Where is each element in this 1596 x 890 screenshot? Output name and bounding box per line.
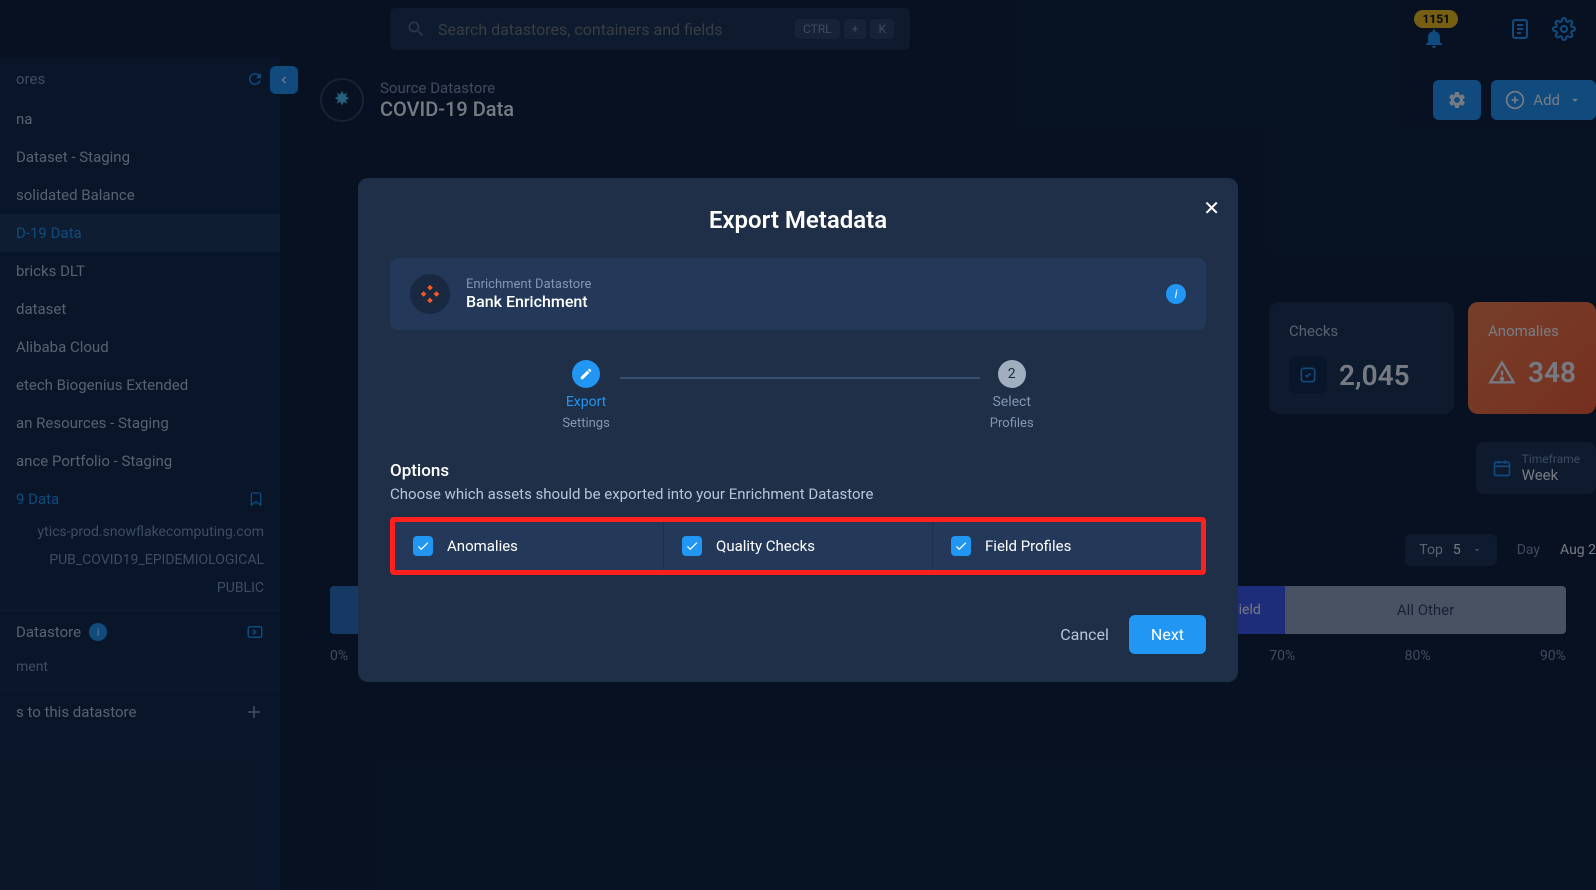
- cancel-button[interactable]: Cancel: [1060, 625, 1109, 644]
- option-anomalies[interactable]: Anomalies: [395, 522, 664, 570]
- option-quality-checks[interactable]: Quality Checks: [664, 522, 933, 570]
- enrichment-label: Enrichment Datastore: [466, 277, 591, 292]
- enrichment-datastore-box[interactable]: Enrichment Datastore Bank Enrichment i: [390, 258, 1206, 330]
- checkbox[interactable]: [682, 536, 702, 556]
- checkbox[interactable]: [413, 536, 433, 556]
- next-button[interactable]: Next: [1129, 615, 1206, 654]
- step-select-profiles[interactable]: 2 Select Profiles: [990, 360, 1034, 431]
- check-icon: [685, 539, 699, 553]
- check-icon: [416, 539, 430, 553]
- options-description: Choose which assets should be exported i…: [390, 485, 1206, 503]
- modal-title: Export Metadata: [390, 206, 1206, 234]
- export-metadata-modal: ✕ Export Metadata Enrichment Datastore B…: [358, 178, 1238, 682]
- checkbox[interactable]: [951, 536, 971, 556]
- check-icon: [954, 539, 968, 553]
- options-row: Anomalies Quality Checks Field Profiles: [390, 517, 1206, 575]
- enrichment-icon: [410, 274, 450, 314]
- step-export[interactable]: Export Settings: [562, 360, 609, 431]
- close-button[interactable]: ✕: [1203, 196, 1220, 220]
- modal-overlay: ✕ Export Metadata Enrichment Datastore B…: [0, 0, 1596, 890]
- pencil-icon: [579, 367, 593, 381]
- option-field-profiles[interactable]: Field Profiles: [933, 522, 1201, 570]
- options-title: Options: [390, 461, 1206, 481]
- info-icon[interactable]: i: [1166, 284, 1186, 304]
- stepper: Export Settings 2 Select Profiles: [390, 360, 1206, 431]
- enrichment-name: Bank Enrichment: [466, 292, 591, 311]
